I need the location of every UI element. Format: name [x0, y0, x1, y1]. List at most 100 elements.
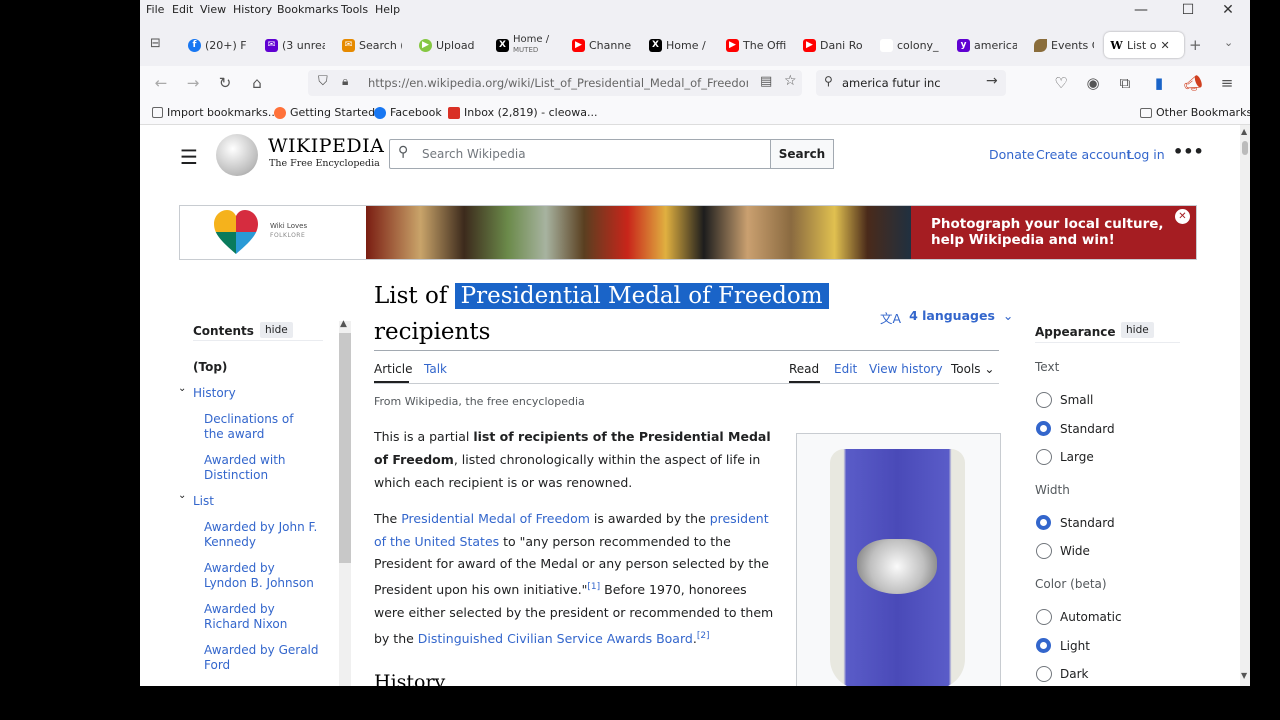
toc-top[interactable]: (Top) [193, 360, 227, 375]
radio-color-dark[interactable] [1036, 666, 1052, 682]
tab-read[interactable]: Read [789, 362, 819, 376]
tab-yahoo-america[interactable]: y america [957, 32, 1017, 58]
toc-list-chevron-icon[interactable]: ⌄ [178, 490, 186, 501]
tab-youtube-dani[interactable]: ▶ Dani Ro [803, 32, 863, 58]
contents-scrollbar[interactable]: ▲ [339, 319, 351, 686]
menu-file[interactable]: File [146, 3, 164, 16]
radio-color-dark-label[interactable]: Dark [1060, 667, 1088, 681]
forward-icon[interactable]: → [182, 72, 204, 94]
reference-2-link[interactable]: [2] [697, 631, 710, 641]
radio-text-large-label[interactable]: Large [1060, 450, 1094, 464]
account-icon[interactable]: ◉ [1082, 72, 1104, 94]
new-tab-icon[interactable]: + [1189, 36, 1202, 54]
url-bar[interactable]: ⛉ 🔒︎ https://en.wikipedia.org/wiki/List_… [308, 70, 802, 96]
extension-badge-icon[interactable]: ▮ [1148, 72, 1170, 94]
extensions-icon[interactable]: ⧉ [1114, 72, 1136, 94]
tab-talk[interactable]: Talk [424, 362, 447, 376]
awards-board-link[interactable]: Distinguished Civilian Service Awards Bo… [418, 631, 693, 646]
toc-history[interactable]: History [193, 386, 236, 401]
menu-bookmarks[interactable]: Bookmarks [277, 3, 338, 16]
search-bar[interactable]: ⚲ america futur inc → [816, 70, 1006, 96]
appearance-hide-button[interactable]: hide [1121, 322, 1154, 338]
toc-list[interactable]: List [193, 494, 214, 509]
language-button[interactable]: 文A 4 languages ⌄ [880, 308, 1013, 327]
reload-icon[interactable]: ↻ [214, 72, 236, 94]
radio-width-standard-label[interactable]: Standard [1060, 516, 1115, 530]
radio-width-wide[interactable] [1036, 543, 1052, 559]
tab-article[interactable]: Article [374, 362, 413, 376]
menu-history[interactable]: History [233, 3, 272, 16]
pocket-icon[interactable]: ♡ [1050, 72, 1072, 94]
toc-declinations[interactable]: Declinations of the award [204, 412, 314, 442]
banner-close-icon[interactable]: ✕ [1175, 209, 1190, 224]
other-bookmarks[interactable]: Other Bookmarks [1140, 106, 1250, 119]
menu-view[interactable]: View [200, 3, 226, 16]
more-options-icon[interactable]: ••• [1173, 142, 1204, 161]
wikipedia-globe-logo[interactable] [216, 134, 258, 176]
megaphone-icon[interactable]: 📣︎ [1182, 72, 1204, 94]
tab-overview-icon[interactable]: ⊟ [150, 36, 161, 51]
scroll-down-icon[interactable]: ▼ [1241, 671, 1247, 680]
tab-view-history[interactable]: View history [869, 362, 943, 376]
search-bar-text[interactable]: america futur inc [842, 76, 941, 90]
minimize-icon[interactable]: — [1126, 2, 1156, 18]
tab-x-home-muted[interactable]: X Home / MUTED [496, 32, 556, 58]
tab-events[interactable]: Events C [1034, 32, 1094, 58]
shield-icon[interactable]: ⛉ [318, 74, 328, 89]
radio-text-large[interactable] [1036, 449, 1052, 465]
tab-wikipedia-active[interactable]: W List o ✕ [1104, 32, 1184, 58]
tab-x-home[interactable]: X Home / [649, 32, 709, 58]
medal-link[interactable]: Presidential Medal of Freedom [401, 511, 590, 526]
tab-upload[interactable]: ▶ Upload [419, 32, 479, 58]
radio-text-small-label[interactable]: Small [1060, 393, 1093, 407]
contents-scroll-thumb[interactable] [339, 333, 351, 563]
close-window-icon[interactable]: ✕ [1213, 2, 1243, 18]
bookmark-star-icon[interactable]: ☆ [784, 73, 797, 89]
radio-text-small[interactable] [1036, 392, 1052, 408]
tab-edit[interactable]: Edit [834, 362, 857, 376]
lock-icon[interactable]: 🔒︎ [342, 74, 348, 89]
radio-text-standard[interactable] [1036, 421, 1051, 436]
tab-youtube-official[interactable]: ▶ The Offi [726, 32, 786, 58]
home-icon[interactable]: ⌂ [246, 72, 268, 94]
hamburger-menu-icon[interactable]: ☰ [180, 145, 198, 169]
bookmark-gmail[interactable]: Inbox (2,819) - cleowa... [448, 106, 597, 119]
go-arrow-icon[interactable]: → [986, 73, 998, 89]
wiki-search-button[interactable]: Search [770, 139, 834, 169]
close-tab-icon[interactable]: ✕ [1160, 39, 1169, 52]
url-text[interactable]: https://en.wikipedia.org/wiki/List_of_Pr… [368, 76, 748, 90]
create-account-link[interactable]: Create account [1036, 147, 1131, 162]
page-scroll-thumb[interactable] [1242, 141, 1248, 155]
radio-width-wide-label[interactable]: Wide [1060, 544, 1090, 558]
fundraising-banner[interactable]: Wiki Loves FOLKLORE Photograph your loca… [179, 205, 1197, 260]
wikipedia-wordmark[interactable]: WIKIPEDIA [268, 135, 384, 157]
menu-edit[interactable]: Edit [172, 3, 193, 16]
page-title-highlight[interactable]: Presidential Medal of Freedom [454, 283, 829, 309]
tab-tools[interactable]: Tools ⌄ [951, 362, 994, 376]
toc-distinction[interactable]: Awarded with Distinction [204, 453, 314, 483]
maximize-icon[interactable]: ☐ [1173, 2, 1203, 18]
menu-tools[interactable]: Tools [341, 3, 368, 16]
back-icon[interactable]: ← [150, 72, 172, 94]
scroll-up-icon[interactable]: ▲ [340, 319, 347, 329]
tab-list-chevron-icon[interactable]: ⌄ [1224, 36, 1233, 49]
toc-lbj[interactable]: Awarded by Lyndon B. Johnson [204, 561, 320, 591]
toc-history-chevron-icon[interactable]: ⌄ [178, 383, 186, 394]
app-menu-icon[interactable]: ≡ [1216, 72, 1238, 94]
toc-jfk[interactable]: Awarded by John F. Kennedy [204, 520, 320, 550]
radio-text-standard-label[interactable]: Standard [1060, 422, 1115, 436]
tab-facebook[interactable]: f (20+) Fa [188, 32, 246, 58]
bookmark-facebook[interactable]: Facebook [374, 106, 442, 119]
radio-color-automatic[interactable] [1036, 609, 1052, 625]
toc-nixon[interactable]: Awarded by Richard Nixon [204, 602, 320, 632]
wiki-search-input[interactable]: ⚲ Search Wikipedia [389, 139, 771, 169]
menu-help[interactable]: Help [375, 3, 400, 16]
reference-1-link[interactable]: [1] [587, 582, 600, 592]
tab-colony[interactable]: colony_ [880, 32, 940, 58]
login-link[interactable]: Log in [1127, 147, 1165, 162]
bookmark-getting-started[interactable]: Getting Started [274, 106, 375, 119]
contents-hide-button[interactable]: hide [260, 322, 293, 338]
radio-color-automatic-label[interactable]: Automatic [1060, 610, 1122, 624]
bookmark-import[interactable]: Import bookmarks... [152, 106, 278, 119]
toc-ford[interactable]: Awarded by Gerald Ford [204, 643, 320, 673]
